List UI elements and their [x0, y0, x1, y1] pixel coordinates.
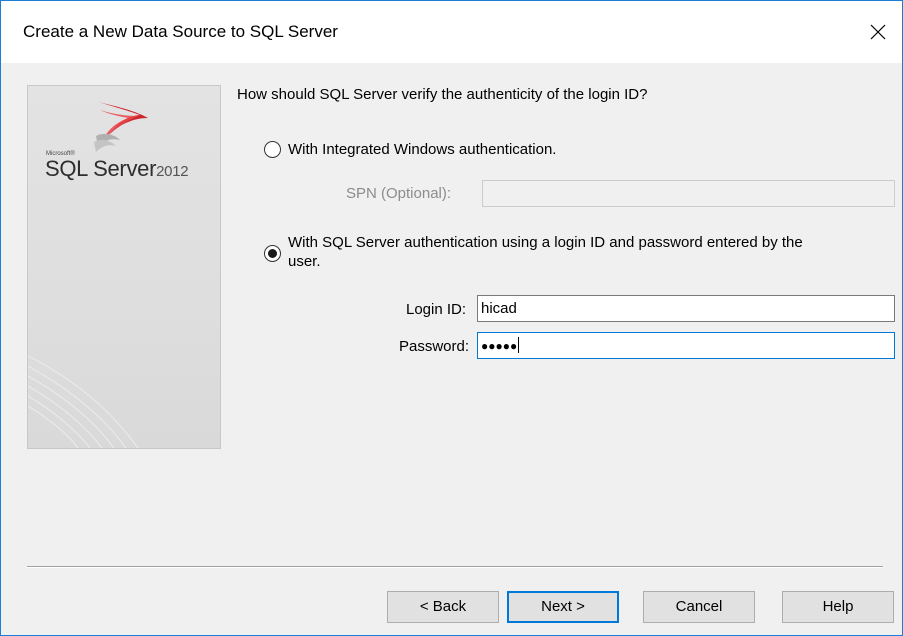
spn-input: [482, 180, 895, 207]
password-label: Password:: [399, 338, 470, 355]
banner-decoration: [28, 355, 139, 448]
radio-sql-auth-label[interactable]: With SQL Server authentication using a l…: [288, 234, 803, 251]
login-id-input[interactable]: hicad: [477, 295, 895, 322]
text-caret: [518, 337, 520, 353]
dialog-window: Create a New Data Source to SQL Server M…: [0, 0, 903, 636]
product-label: SQL Server: [45, 156, 157, 181]
product-name: SQL Server2012: [45, 156, 189, 182]
title-bar: Create a New Data Source to SQL Server: [1, 1, 902, 63]
spn-label: SPN (Optional):: [346, 185, 452, 202]
radio-windows-auth[interactable]: [264, 141, 281, 158]
sql-server-logo-icon: [94, 102, 148, 152]
back-button[interactable]: < Back: [387, 591, 499, 623]
radio-sql-auth[interactable]: [264, 245, 281, 262]
help-button[interactable]: Help: [782, 591, 894, 623]
login-id-label: Login ID:: [406, 301, 467, 318]
window-title: Create a New Data Source to SQL Server: [23, 22, 338, 41]
radio-selected-dot: [268, 249, 277, 258]
close-x-icon: [870, 24, 886, 40]
close-button[interactable]: [856, 9, 902, 55]
password-input[interactable]: ●●●●●: [477, 332, 895, 359]
product-version: 2012: [156, 163, 189, 180]
auth-question: How should SQL Server verify the authent…: [237, 86, 648, 103]
next-button[interactable]: Next >: [507, 591, 619, 623]
password-masked-value: ●●●●●: [481, 339, 518, 353]
radio-windows-auth-label[interactable]: With Integrated Windows authentication.: [288, 141, 556, 158]
radio-sql-auth-label-cont[interactable]: user.: [288, 253, 321, 270]
button-separator: [27, 566, 883, 568]
cancel-button[interactable]: Cancel: [643, 591, 755, 623]
product-banner: Microsoft® SQL Server2012: [27, 85, 221, 449]
